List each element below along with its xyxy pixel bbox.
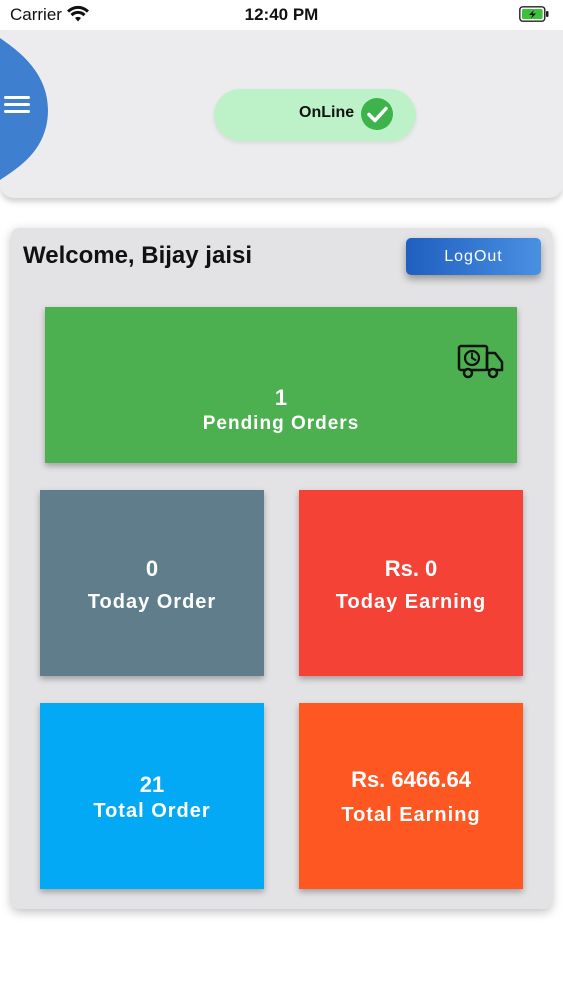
pending-orders-label: Pending Orders [202,413,360,434]
today-earning-label: Today Earning [335,591,487,613]
today-earning-tile[interactable]: Rs. 0 Today Earning [299,490,523,676]
dashboard-card: Welcome, Bijay jaisi LogOut 1 Pending Or… [11,228,552,909]
total-order-value: 21 [139,772,165,797]
welcome-heading: Welcome, Bijay jaisi [23,242,252,269]
total-earning-value: Rs. 6466.64 [351,767,471,792]
pending-orders-tile[interactable]: 1 Pending Orders [45,307,517,463]
check-circle-icon [361,98,393,130]
app-header: OnLine [0,30,563,198]
clock-time: 12:40 PM [244,5,319,24]
today-order-label: Today Order [87,591,217,613]
total-earning-tile[interactable]: Rs. 6466.64 Total Earning [299,703,523,889]
total-order-tile[interactable]: 21 Total Order [40,703,264,889]
total-order-label: Total Order [93,800,211,822]
status-bar: Carrier 12:40 PM [0,0,563,30]
total-earning-label: Total Earning [341,804,481,826]
logout-button[interactable]: LogOut [406,238,541,275]
online-status-label: OnLine [299,104,355,121]
delivery-truck-icon [457,344,504,379]
battery-icon [519,6,549,22]
hamburger-menu-icon[interactable] [2,92,34,124]
today-earning-value: Rs. 0 [384,556,438,581]
today-order-value: 0 [145,556,159,581]
today-order-tile[interactable]: 0 Today Order [40,490,264,676]
pending-orders-value: 1 [274,385,288,410]
online-status-toggle[interactable]: OnLine [214,89,416,141]
